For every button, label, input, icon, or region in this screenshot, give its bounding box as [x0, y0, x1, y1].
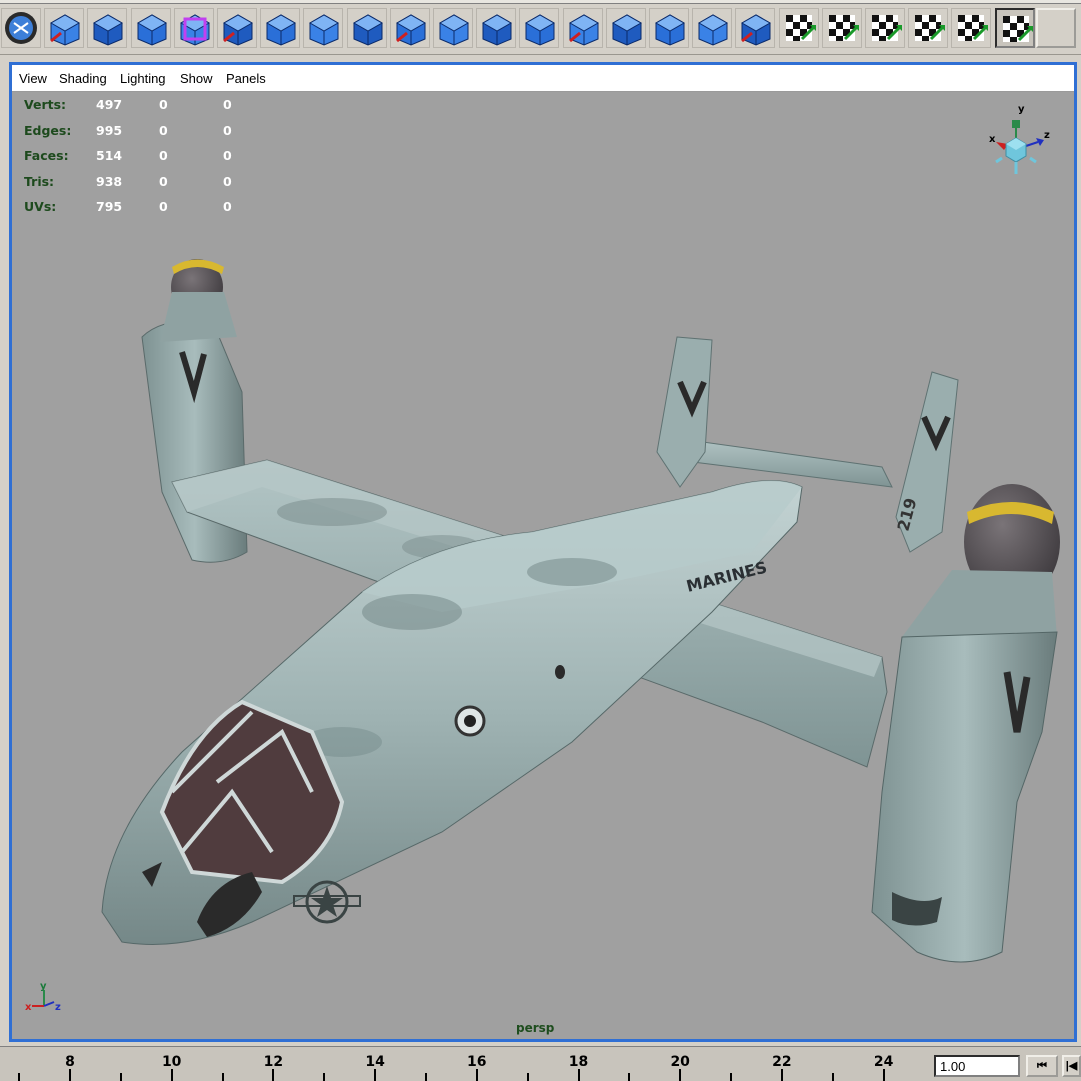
wedge-face-icon-glyph	[482, 14, 513, 46]
merge-vertices-icon-glyph	[438, 14, 470, 46]
split-edge-icon[interactable]	[605, 8, 646, 48]
ruler-tick	[475, 1069, 478, 1081]
current-time-field[interactable]: 1.00	[934, 1055, 1020, 1077]
duplicate-face-icon-glyph	[698, 14, 729, 46]
time-slider: 8 10 12 14 16 18 20 22 24 1.00 ⏮ |◀	[0, 1046, 1081, 1081]
move-component-icon[interactable]	[735, 8, 776, 48]
uv-sphere-icon[interactable]	[87, 8, 128, 48]
merge-vertices-icon[interactable]	[433, 8, 473, 48]
ruler-frame-label: 24	[873, 1054, 894, 1070]
smooth-icon[interactable]	[519, 8, 560, 48]
wedge-face-icon[interactable]	[476, 8, 517, 48]
collapse-icon-glyph	[568, 14, 599, 46]
duplicate-face-icon[interactable]	[692, 8, 733, 48]
ruler-frame-label: 10	[161, 1054, 182, 1070]
v22-osprey-model[interactable]: 219 MARINES	[12, 92, 1074, 1039]
ruler-frame-label: 14	[365, 1054, 385, 1070]
menu-show[interactable]: Show	[180, 71, 213, 86]
rewind-to-start-button[interactable]: ⏮	[1026, 1055, 1058, 1077]
spherical-mapping-icon[interactable]	[908, 8, 949, 48]
uv-texture-editor-icon-glyph	[958, 15, 989, 41]
bounding-box-icon[interactable]	[173, 8, 214, 48]
ruler-tick	[170, 1069, 173, 1081]
menu-panels[interactable]: Panels	[226, 71, 266, 86]
automatic-mapping-icon[interactable]	[821, 8, 862, 48]
ruler-frame-label: 16	[467, 1054, 487, 1070]
poly-sphere-icon[interactable]	[130, 8, 171, 48]
smooth-icon-glyph	[525, 14, 556, 46]
append-polygon-icon-glyph	[352, 14, 383, 46]
world-y-label: y	[40, 981, 47, 992]
right-nacelle	[871, 484, 1060, 963]
uv-checker-icon-glyph	[785, 15, 816, 41]
ruler-tick	[69, 1069, 71, 1081]
spherical-mapping-icon-glyph	[915, 15, 946, 41]
select-mode-icon-glyph	[5, 12, 37, 44]
camera-name-label: persp	[516, 1021, 555, 1035]
split-polygon-icon-glyph	[266, 14, 297, 46]
ruler-tick	[374, 1069, 377, 1081]
create-polygon-icon[interactable]	[389, 8, 430, 48]
ruler-tick	[780, 1069, 783, 1081]
cylindrical-mapping-icon-glyph	[872, 15, 902, 41]
component-mode-icon-glyph	[50, 14, 81, 46]
component-mode-icon[interactable]	[44, 8, 85, 48]
uv-layout-icon[interactable]	[994, 8, 1035, 48]
move-component-icon-glyph	[741, 14, 772, 46]
ruler-frame-label: 22	[772, 1054, 792, 1070]
panel-menubar: View Shading Lighting Show Panels	[12, 65, 1074, 92]
ruler-tick	[679, 1069, 682, 1081]
menu-view[interactable]: View	[19, 71, 47, 86]
viewport[interactable]: Verts: 497 0 0 Edges: 995 0 0 Faces: 514…	[12, 92, 1074, 1039]
empty-shelf-slot[interactable]	[1036, 8, 1076, 48]
uv-sphere-icon-glyph	[93, 14, 124, 46]
append-polygon-icon[interactable]	[346, 8, 387, 48]
perspective-panel: View Shading Lighting Show Panels Verts:…	[9, 62, 1077, 1042]
bounding-box-icon-glyph	[179, 14, 210, 46]
world-axis-indicator: y x z	[25, 981, 61, 1013]
ruler-frame-label: 12	[263, 1054, 284, 1070]
ruler-tick	[882, 1069, 885, 1081]
ruler-frame-label: 20	[670, 1054, 690, 1070]
poke-face-icon[interactable]	[649, 8, 689, 48]
menu-lighting[interactable]: Lighting	[120, 71, 166, 86]
ruler-tick	[272, 1069, 275, 1081]
bevel-icon[interactable]	[303, 8, 344, 48]
uv-layout-icon-glyph	[1002, 16, 1033, 42]
poly-sphere-icon-glyph	[136, 14, 167, 46]
ruler-frame-label: 18	[568, 1054, 589, 1070]
time-ruler[interactable]: 8 10 12 14 16 18 20 22 24	[0, 1047, 926, 1081]
split-polygon-icon[interactable]	[260, 8, 301, 48]
ruler-tick	[577, 1069, 580, 1081]
uv-checker-icon[interactable]	[778, 8, 819, 48]
shelf-top-edge	[0, 0, 1081, 4]
menu-shading[interactable]: Shading	[59, 71, 107, 86]
uv-texture-editor-icon[interactable]	[951, 8, 992, 48]
automatic-mapping-icon-glyph	[828, 15, 859, 41]
poke-face-icon-glyph	[654, 14, 686, 46]
modeling-shelf	[0, 0, 1081, 55]
cylindrical-mapping-icon[interactable]	[865, 8, 905, 48]
create-polygon-icon-glyph	[395, 14, 426, 46]
split-edge-icon-glyph	[611, 14, 642, 46]
world-z-label: z	[55, 1002, 61, 1013]
collapse-icon[interactable]	[562, 8, 603, 48]
bevel-icon-glyph	[309, 14, 340, 46]
step-back-button[interactable]: |◀	[1062, 1055, 1081, 1077]
ruler-frame-label: 8	[65, 1054, 75, 1070]
world-x-label: x	[25, 1002, 32, 1013]
select-mode-icon[interactable]	[1, 8, 41, 48]
extrude-face-icon-glyph	[222, 14, 254, 46]
extrude-face-icon[interactable]	[217, 8, 257, 48]
